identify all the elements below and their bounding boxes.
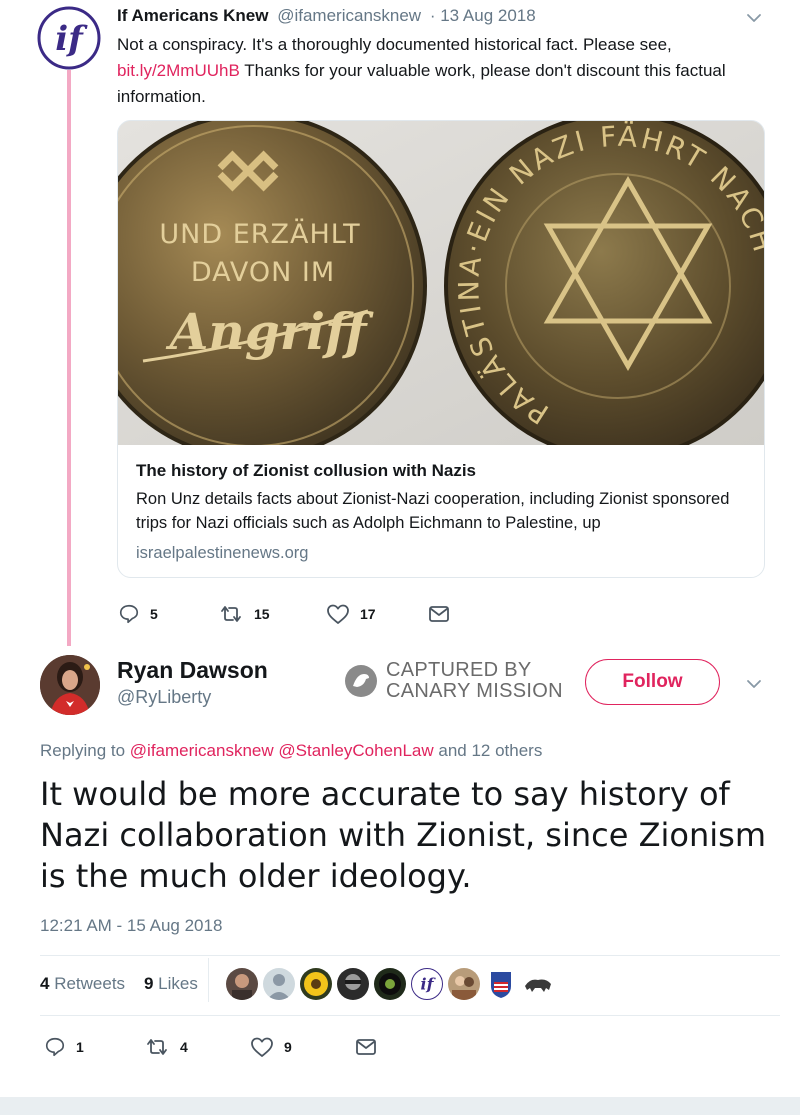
like-button[interactable]: 17 — [326, 603, 376, 625]
ifamericansknew-avatar[interactable]: if — [37, 6, 101, 70]
thread-line — [67, 70, 71, 646]
watermark-line2: CANARY MISSION — [386, 680, 563, 702]
liker-avatar[interactable] — [448, 968, 480, 1000]
reply-count: 1 — [76, 1039, 84, 1055]
stats-separator — [208, 958, 209, 1002]
retweets-stat[interactable]: 4 Retweets — [40, 974, 125, 993]
heart-icon — [251, 1037, 273, 1057]
engagement-stats: 4 Retweets 9 Likes — [40, 974, 198, 994]
reply-tweet-text: It would be more accurate to say history… — [40, 775, 766, 895]
liker-avatar[interactable] — [337, 968, 369, 1000]
canary-bird-icon — [345, 665, 377, 697]
divider — [40, 1015, 780, 1016]
replying-user-stanleycohenlaw[interactable]: @StanleyCohenLaw — [278, 741, 433, 760]
liker-avatar[interactable] — [522, 968, 554, 1000]
author-name[interactable]: If Americans Knew — [117, 6, 268, 25]
reply-icon — [45, 1037, 65, 1057]
parent-tweet-header: If Americans Knew @ifamericansknew · 13 … — [117, 6, 536, 26]
card-body: The history of Zionist collusion with Na… — [136, 459, 751, 565]
tweet-timestamp[interactable]: 12:21 AM - 15 Aug 2018 — [40, 916, 222, 936]
liker-avatars: if — [226, 968, 559, 1000]
heart-icon — [327, 604, 349, 624]
reply-count: 5 — [150, 606, 158, 622]
watermark-line1: CAPTURED BY — [386, 659, 532, 681]
like-count: 9 — [284, 1039, 292, 1055]
like-button[interactable]: 9 — [250, 1036, 292, 1058]
replying-user-ifamericansknew[interactable]: @ifamericansknew — [130, 741, 274, 760]
likes-stat[interactable]: 9 Likes — [144, 974, 198, 993]
reply-button[interactable]: 5 — [118, 603, 158, 625]
liker-avatar[interactable]: if — [411, 968, 443, 1000]
liker-avatar[interactable] — [300, 968, 332, 1000]
svg-text:if: if — [421, 975, 437, 994]
card-description: Ron Unz details facts about Zionist-Nazi… — [136, 490, 730, 532]
retweet-count: 4 — [180, 1039, 188, 1055]
replying-suffix[interactable]: and 12 others — [434, 741, 542, 760]
card-title: The history of Zionist collusion with Na… — [136, 461, 477, 480]
avatar-photo — [40, 655, 100, 715]
ryan-dawson-avatar[interactable] — [40, 655, 100, 715]
divider — [40, 955, 780, 956]
bottom-strip — [0, 1097, 800, 1115]
envelope-icon — [356, 1039, 376, 1055]
retweet-icon — [147, 1039, 167, 1055]
follow-button[interactable]: Follow — [585, 659, 720, 705]
if-logo-icon: if — [37, 6, 101, 70]
chevron-down-icon[interactable] — [746, 10, 762, 26]
liker-avatar[interactable] — [226, 968, 258, 1000]
envelope-icon — [429, 606, 449, 622]
replying-prefix: Replying to — [40, 741, 130, 760]
retweet-button[interactable]: 15 — [218, 603, 270, 625]
dm-button[interactable] — [428, 604, 460, 624]
reply-author-name[interactable]: Ryan Dawson — [117, 657, 268, 684]
retweet-icon — [221, 606, 241, 622]
tweet-date[interactable]: · 13 Aug 2018 — [430, 6, 536, 25]
coin-left-line1: UND ERZÄHLT — [159, 218, 360, 250]
dm-button[interactable] — [355, 1037, 387, 1057]
canary-mission-watermark: CAPTURED BY CANARY MISSION — [344, 660, 563, 702]
reply-author-handle[interactable]: @RyLiberty — [117, 687, 211, 708]
parent-tweet-text: Not a conspiracy. It's a thoroughly docu… — [117, 32, 777, 110]
tweet-link[interactable]: bit.ly/2MmUUhB — [117, 61, 240, 80]
liker-avatar[interactable] — [374, 968, 406, 1000]
tweet-text-before-link: Not a conspiracy. It's a thoroughly docu… — [117, 35, 672, 54]
retweet-button[interactable]: 4 — [144, 1036, 188, 1058]
replying-to: Replying to @ifamericansknew @StanleyCoh… — [40, 741, 542, 761]
liker-avatar[interactable] — [485, 968, 517, 1000]
chevron-down-icon[interactable] — [746, 676, 762, 692]
link-preview-card[interactable]: UND ERZÄHLT DAVON IM Angriff PALÄSTINA·E… — [117, 120, 765, 578]
like-count: 17 — [360, 606, 376, 622]
retweet-count: 15 — [254, 606, 270, 622]
reply-icon — [119, 604, 139, 624]
coin-left-line2: DAVON IM — [191, 257, 335, 288]
reply-button[interactable]: 1 — [44, 1036, 84, 1058]
author-handle[interactable]: @ifamericansknew — [277, 6, 421, 25]
liker-avatar[interactable] — [263, 968, 295, 1000]
card-domain: israelpalestinenews.org — [136, 544, 309, 562]
card-image: UND ERZÄHLT DAVON IM Angriff PALÄSTINA·E… — [118, 121, 764, 445]
